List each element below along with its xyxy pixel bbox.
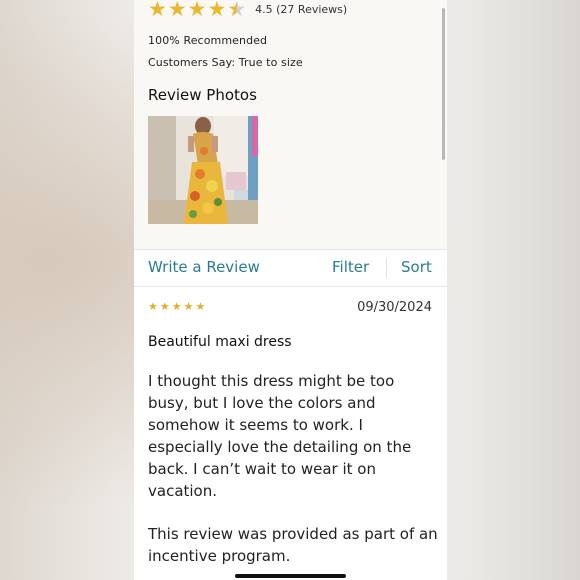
sort-button[interactable]: Sort (401, 258, 432, 276)
rating-count: 4.5 (27 Reviews) (255, 2, 348, 16)
review-title: Beautiful maxi dress (148, 334, 292, 350)
incentive-note: This review was provided as part of an i… (148, 525, 438, 565)
review-body: I thought this dress might be too busy, … (148, 372, 412, 500)
home-indicator[interactable] (235, 574, 346, 578)
recommended-text: 100% Recommended (148, 34, 268, 47)
write-review-link[interactable]: Write a Review (148, 258, 260, 276)
star-icon: ★ (148, 0, 167, 21)
scrollbar[interactable] (442, 8, 445, 160)
star-icon: ★ (171, 300, 182, 313)
star-icon: ★ (187, 0, 207, 21)
ratings-summary: ★ ★ ★ ★ ★ 4.5 (27 Reviews) 100% Recommen… (134, 0, 447, 249)
star-icon: ★ (195, 300, 206, 313)
review-date: 09/30/2024 (357, 300, 432, 315)
fit-summary: Customers Say: True to size (148, 56, 303, 69)
review-photos-title: Review Photos (148, 86, 257, 104)
filter-button[interactable]: Filter (332, 258, 369, 276)
half-star-icon: ★ (227, 0, 246, 21)
review-actions-bar: Write a Review Filter Sort (134, 249, 447, 287)
star-icon: ★ (167, 0, 187, 21)
review-photo-thumbnail[interactable] (148, 116, 258, 224)
star-icon: ★ (159, 300, 170, 313)
star-icon: ★ (207, 0, 227, 21)
reviews-screen: ★ ★ ★ ★ ★ 4.5 (27 Reviews) 100% Recommen… (134, 0, 447, 580)
actions-divider (386, 258, 387, 278)
review-rating: ★ ★ ★ ★ ★ (148, 300, 207, 313)
overall-rating: ★ ★ ★ ★ ★ 4.5 (27 Reviews) (148, 0, 347, 21)
review-photo-image (148, 116, 258, 224)
star-icon: ★ (148, 300, 158, 313)
star-icon: ★ (183, 300, 194, 313)
